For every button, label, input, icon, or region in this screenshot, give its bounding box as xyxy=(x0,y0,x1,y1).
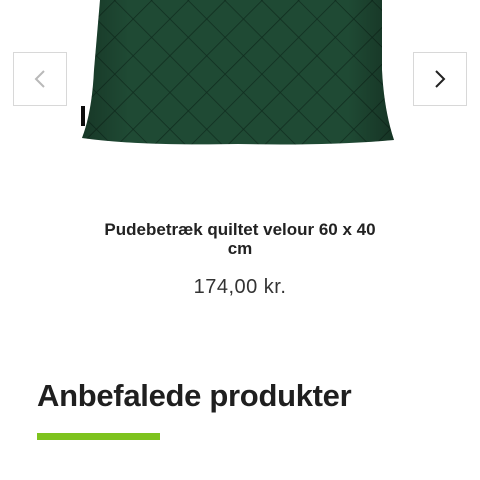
product-price: 174,00 kr. xyxy=(193,276,287,298)
section-heading: Anbefalede produkter xyxy=(37,378,352,413)
carousel-prev-button[interactable] xyxy=(13,52,67,106)
heading-underline xyxy=(37,433,160,440)
product-title[interactable]: Pudebetræk quiltet velour 60 x 40 cm xyxy=(90,220,390,258)
chevron-right-icon xyxy=(435,70,446,88)
product-image[interactable] xyxy=(78,0,398,146)
chevron-left-icon xyxy=(34,70,45,88)
carousel-next-button[interactable] xyxy=(413,52,467,106)
product-carousel xyxy=(0,0,480,160)
